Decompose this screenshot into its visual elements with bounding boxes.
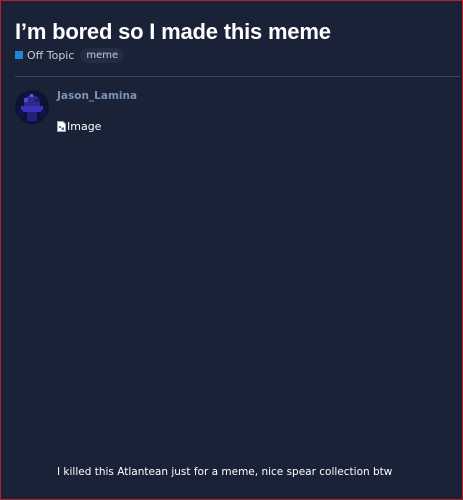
topic-title: I’m bored so I made this meme bbox=[15, 19, 331, 44]
window-frame bbox=[0, 0, 463, 500]
category-color-square-icon bbox=[15, 51, 23, 59]
post-image[interactable]: Image bbox=[57, 120, 101, 133]
category-badge[interactable]: Off Topic bbox=[15, 49, 74, 62]
broken-image-icon bbox=[57, 121, 66, 132]
post-image-alt: Image bbox=[67, 120, 102, 133]
avatar-image-icon bbox=[15, 90, 49, 124]
post-username[interactable]: Jason_Lamina bbox=[57, 90, 137, 102]
tag-meme[interactable]: meme bbox=[80, 47, 125, 63]
topic-meta: Off Topic meme bbox=[15, 46, 125, 64]
category-label: Off Topic bbox=[27, 48, 75, 62]
post-body-text: I killed this Atlantean just for a meme,… bbox=[57, 466, 393, 478]
user-avatar[interactable] bbox=[15, 90, 49, 124]
topic-divider bbox=[15, 76, 460, 77]
